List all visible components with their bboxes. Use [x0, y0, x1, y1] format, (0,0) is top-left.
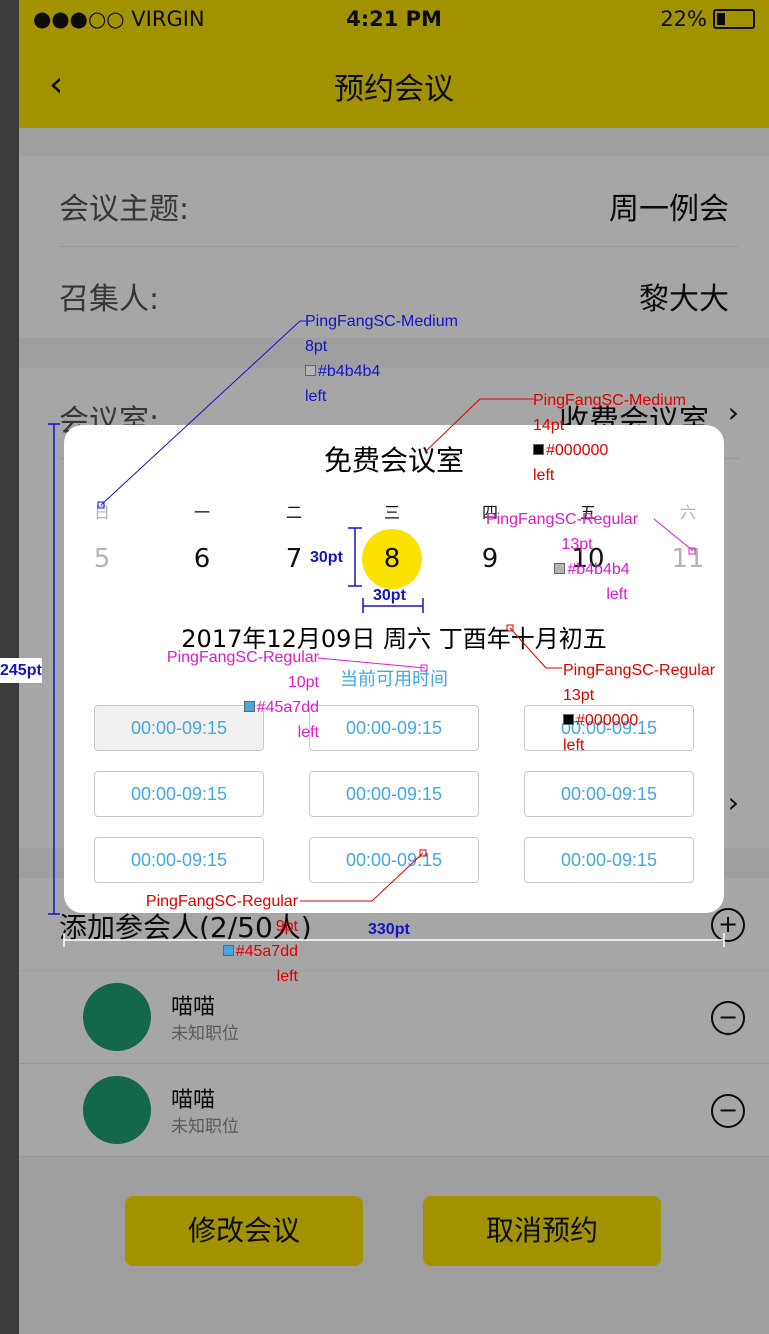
annotation-height-dimension: 30pt	[310, 549, 343, 566]
time-slot-button[interactable]: 00:00-09:15	[309, 771, 479, 817]
weekday-label: 二	[285, 503, 302, 522]
time-slot-button[interactable]: 00:00-09:15	[94, 771, 264, 817]
annotation-day-spec: PingFangSC-Regular 13pt #b4b4b4 left	[485, 511, 639, 603]
color-swatch	[554, 563, 566, 574]
color-swatch	[563, 714, 574, 725]
annotation-title-spec: PingFangSC-Medium 14pt #000000 left	[533, 392, 686, 484]
time-slot-button[interactable]: 00:00-09:15	[524, 837, 694, 883]
weekday-label: 一	[193, 503, 210, 522]
color-swatch	[305, 365, 316, 376]
calendar-day[interactable]: 5	[72, 529, 132, 589]
time-slot-button[interactable]: 00:00-09:15	[94, 837, 264, 883]
annotation-modal-height: 245pt	[0, 658, 42, 683]
weekday-label: 日	[93, 503, 110, 522]
color-swatch	[533, 444, 544, 455]
annotation-slot-spec: PingFangSC-Regular 9pt #45a7dd left	[145, 893, 298, 985]
weekday-label: 三	[383, 503, 400, 522]
color-swatch	[243, 701, 255, 712]
time-slot-button[interactable]: 00:00-09:15	[309, 705, 479, 751]
time-slot-button[interactable]: 00:00-09:15	[524, 771, 694, 817]
annotation-available-spec: PingFangSC-Regular 10pt #45a7dd left	[166, 649, 319, 741]
calendar-day[interactable]: 6	[172, 529, 232, 589]
annotation-date-spec: PingFangSC-Regular 13pt #000000 left	[563, 662, 716, 754]
annotation-weekday-spec: PingFangSC-Medium 8pt #b4b4b4 left	[305, 313, 458, 405]
calendar-day[interactable]: 11	[658, 529, 718, 589]
selected-day[interactable]: 8	[362, 529, 422, 589]
time-slot-button[interactable]: 00:00-09:15	[309, 837, 479, 883]
annotation-modal-width: 330pt	[368, 921, 410, 938]
weekday-label: 六	[679, 503, 696, 522]
color-swatch	[222, 945, 234, 956]
annotation-width-dimension: 30pt	[373, 587, 406, 604]
